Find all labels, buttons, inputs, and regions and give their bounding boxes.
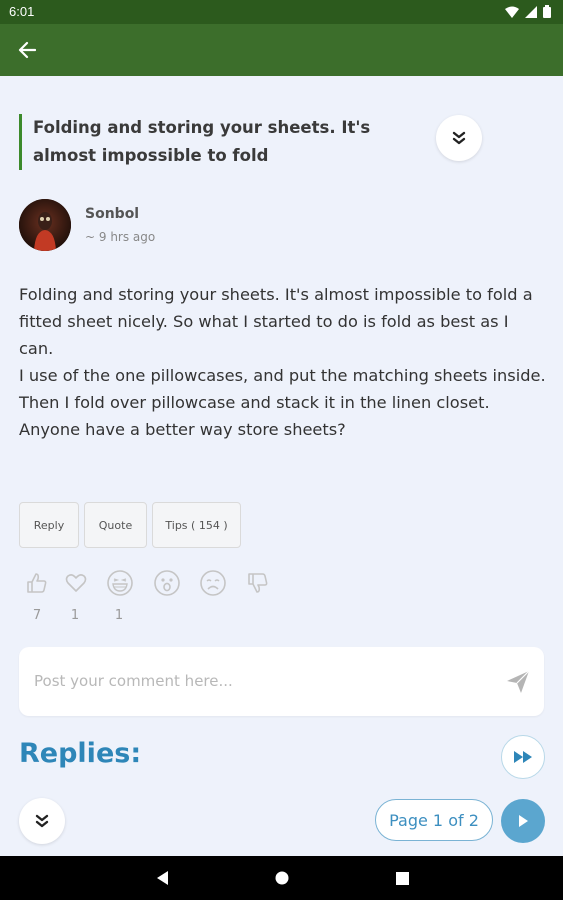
post-title: Folding and storing your sheets. It's al… <box>33 118 371 165</box>
tips-button[interactable]: Tips ( 154 ) <box>152 502 241 548</box>
avatar-image <box>19 199 71 251</box>
grin-icon <box>107 570 133 596</box>
collapse-button[interactable] <box>436 115 482 161</box>
arrow-left-icon <box>18 41 36 59</box>
send-icon <box>507 670 530 693</box>
next-page-button[interactable] <box>501 799 545 843</box>
square-recents-icon <box>395 871 409 885</box>
status-bar: 6:01 <box>0 0 563 24</box>
skip-to-last-button[interactable] <box>501 735 545 779</box>
app-bar <box>0 24 563 76</box>
heart-icon <box>65 574 87 592</box>
battery-icon <box>543 5 551 18</box>
avatar[interactable] <box>19 199 71 251</box>
heart-reaction[interactable] <box>61 568 91 598</box>
quote-button[interactable]: Quote <box>84 502 147 548</box>
page-indicator[interactable]: Page 1 of 2 <box>375 799 493 841</box>
sad-icon <box>200 570 226 596</box>
double-chevron-down-icon <box>452 131 466 145</box>
post-body: Folding and storing your sheets. It's al… <box>19 281 547 443</box>
reaction-count: 1 <box>70 608 80 623</box>
thumbs-up-icon <box>27 573 47 593</box>
fast-forward-icon <box>514 751 532 763</box>
nav-home-button[interactable] <box>270 866 294 890</box>
back-button[interactable] <box>12 36 42 64</box>
author-name[interactable]: Sonbol <box>85 206 139 222</box>
surprised-icon <box>154 570 180 596</box>
post-timestamp: ~ 9 hrs ago <box>85 230 156 244</box>
play-icon <box>519 815 528 827</box>
thumbs-down-reaction[interactable] <box>243 568 273 598</box>
double-chevron-down-icon <box>35 814 49 828</box>
status-time: 6:01 <box>9 4 35 19</box>
thumbs-down-icon <box>248 573 268 593</box>
comment-input[interactable] <box>34 667 474 695</box>
triangle-back-icon <box>157 871 168 885</box>
send-button[interactable] <box>505 669 531 695</box>
nav-back-button[interactable] <box>150 866 174 890</box>
comment-box <box>19 647 544 716</box>
status-icons <box>505 5 551 18</box>
circle-home-icon <box>275 871 289 885</box>
replies-heading: Replies: <box>19 738 142 769</box>
reaction-count: 7 <box>32 608 42 623</box>
signal-icon <box>525 5 537 18</box>
nav-recents-button[interactable] <box>390 866 414 890</box>
grin-reaction[interactable] <box>105 568 135 598</box>
system-nav-bar <box>0 856 563 900</box>
thumbs-up-reaction[interactable] <box>22 568 52 598</box>
post-body-paragraph: Folding and storing your sheets. It's al… <box>19 285 533 358</box>
wifi-icon <box>505 6 519 18</box>
expand-button[interactable] <box>19 798 65 844</box>
post-title-block: Folding and storing your sheets. It's al… <box>19 114 419 170</box>
post-body-paragraph: I use of the one pillowcases, and put th… <box>19 366 546 439</box>
reaction-count: 1 <box>114 608 124 623</box>
sad-reaction[interactable] <box>198 568 228 598</box>
reply-button[interactable]: Reply <box>19 502 79 548</box>
surprised-reaction[interactable] <box>152 568 182 598</box>
